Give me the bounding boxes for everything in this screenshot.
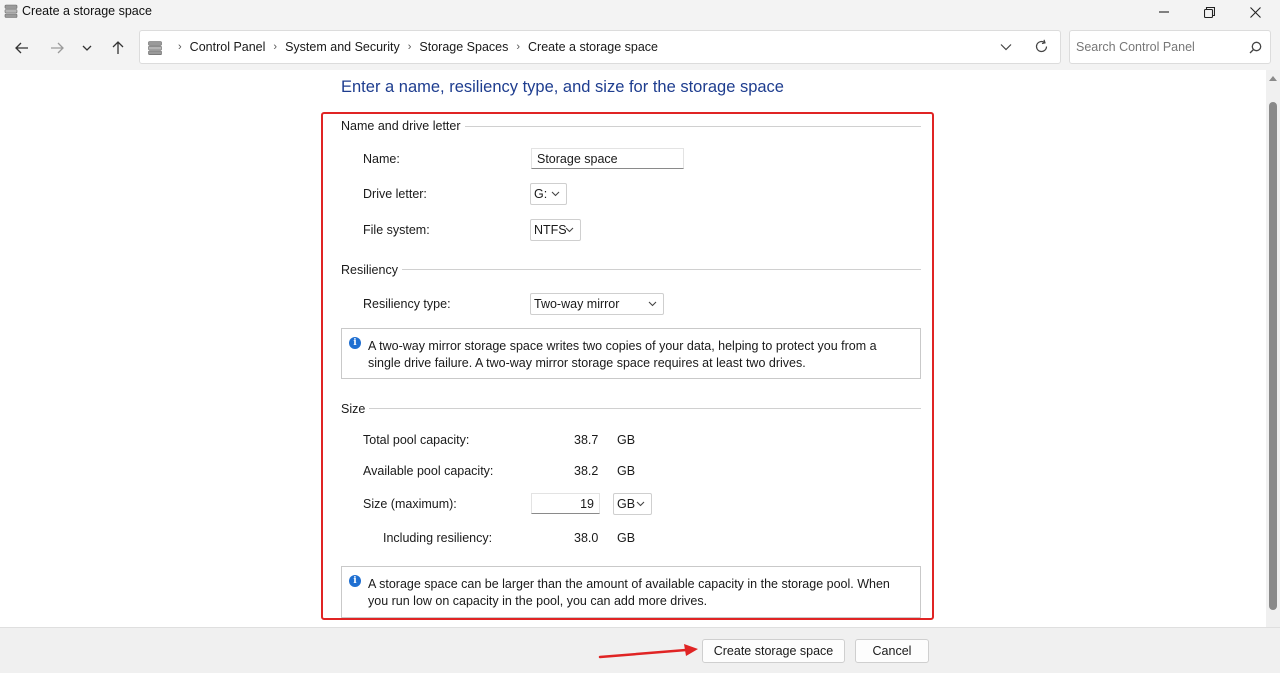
page-title: Enter a name, resiliency type, and size … <box>341 78 784 96</box>
chevron-down-icon <box>565 227 574 233</box>
refresh-icon <box>1035 39 1048 53</box>
breadcrumb-system-and-security[interactable]: System and Security <box>285 40 400 54</box>
chevron-down-icon <box>551 191 560 197</box>
size-unit-select[interactable]: GB <box>613 493 652 515</box>
name-field[interactable]: Storage space <box>531 148 684 169</box>
storage-spaces-icon <box>4 4 18 18</box>
including-resiliency-label: Including resiliency: <box>383 531 493 545</box>
size-info-box: i A storage space can be larger than the… <box>341 566 921 618</box>
restore-icon <box>1203 6 1215 18</box>
minimize-icon <box>1159 11 1169 13</box>
breadcrumb-storage-spaces[interactable]: Storage Spaces <box>419 40 508 54</box>
search-box[interactable] <box>1069 30 1271 64</box>
total-pool-capacity-value: 38.7 <box>574 433 599 447</box>
chevron-down-icon <box>1000 44 1012 51</box>
total-pool-capacity-label: Total pool capacity: <box>363 433 470 447</box>
file-system-select[interactable]: NTFS <box>530 219 581 241</box>
resiliency-info-text: A two-way mirror storage space writes tw… <box>368 339 877 370</box>
resiliency-type-label: Resiliency type: <box>363 297 451 311</box>
info-icon: i <box>349 575 361 587</box>
available-pool-capacity-label: Available pool capacity: <box>363 464 494 478</box>
create-storage-space-button[interactable]: Create storage space <box>702 639 845 663</box>
including-resiliency-value: 38.0 <box>574 531 599 545</box>
group-divider <box>388 269 921 270</box>
group-divider <box>450 126 921 127</box>
close-button[interactable] <box>1232 0 1278 24</box>
scrollbar-thumb[interactable] <box>1269 102 1277 610</box>
resiliency-type-value: Two-way mirror <box>534 297 620 311</box>
chevron-down-icon <box>82 45 92 51</box>
scroll-up-arrow-icon[interactable] <box>1269 76 1277 81</box>
search-icon <box>1249 41 1262 54</box>
arrow-left-icon <box>15 42 28 54</box>
window-title: Create a storage space <box>22 4 152 18</box>
close-icon <box>1249 6 1261 18</box>
size-info-text: A storage space can be larger than the a… <box>368 577 890 608</box>
arrow-up-icon <box>112 41 124 54</box>
chevron-right-icon: › <box>516 41 521 53</box>
group-title-size: Size <box>341 402 370 416</box>
up-button[interactable] <box>107 37 129 59</box>
address-history-dropdown[interactable] <box>1000 40 1012 54</box>
chevron-right-icon: › <box>407 41 412 53</box>
title-bar: Create a storage space <box>0 0 1280 24</box>
breadcrumb-create-storage-space[interactable]: Create a storage space <box>528 40 658 54</box>
resiliency-type-select[interactable]: Two-way mirror <box>530 293 664 315</box>
vertical-scrollbar[interactable] <box>1266 70 1280 627</box>
recent-locations-button[interactable] <box>76 37 98 59</box>
annotation-arrow-icon <box>598 644 698 659</box>
drive-letter-value: G: <box>534 187 548 201</box>
drive-letter-label: Drive letter: <box>363 187 427 201</box>
name-label: Name: <box>363 152 400 166</box>
group-title-resiliency: Resiliency <box>341 263 402 277</box>
cancel-button[interactable]: Cancel <box>855 639 929 663</box>
search-input[interactable] <box>1076 40 1246 54</box>
file-system-value: NTFS <box>534 223 567 237</box>
size-maximum-label: Size (maximum): <box>363 497 457 511</box>
arrow-right-icon <box>51 42 64 54</box>
resiliency-info-box: i A two-way mirror storage space writes … <box>341 328 921 379</box>
navigation-bar: › Control Panel › System and Security › … <box>0 24 1280 70</box>
refresh-button[interactable] <box>1034 39 1049 57</box>
chevron-right-icon: › <box>178 41 182 53</box>
group-divider <box>362 408 921 409</box>
available-pool-capacity-unit: GB <box>617 464 636 478</box>
info-icon: i <box>349 337 361 349</box>
total-pool-capacity-unit: GB <box>617 433 636 447</box>
breadcrumb-control-panel[interactable]: Control Panel <box>190 40 266 54</box>
chevron-down-icon <box>636 501 645 507</box>
group-title-name: Name and drive letter <box>341 119 465 133</box>
breadcrumb: › Control Panel › System and Security › … <box>170 40 658 54</box>
storage-spaces-icon <box>148 41 162 55</box>
size-input[interactable]: 19 <box>531 493 600 514</box>
chevron-right-icon: › <box>273 41 278 53</box>
drive-letter-select[interactable]: G: <box>530 183 567 205</box>
back-button[interactable] <box>11 37 33 59</box>
available-pool-capacity-value: 38.2 <box>574 464 599 478</box>
size-unit-value: GB <box>617 497 636 511</box>
restore-button[interactable] <box>1186 0 1232 24</box>
minimize-button[interactable] <box>1141 0 1187 24</box>
including-resiliency-unit: GB <box>617 531 636 545</box>
forward-button[interactable] <box>46 37 68 59</box>
address-bar[interactable]: › Control Panel › System and Security › … <box>139 30 1061 64</box>
chevron-down-icon <box>648 301 657 307</box>
file-system-label: File system: <box>363 223 430 237</box>
content-area: Enter a name, resiliency type, and size … <box>0 70 1266 627</box>
